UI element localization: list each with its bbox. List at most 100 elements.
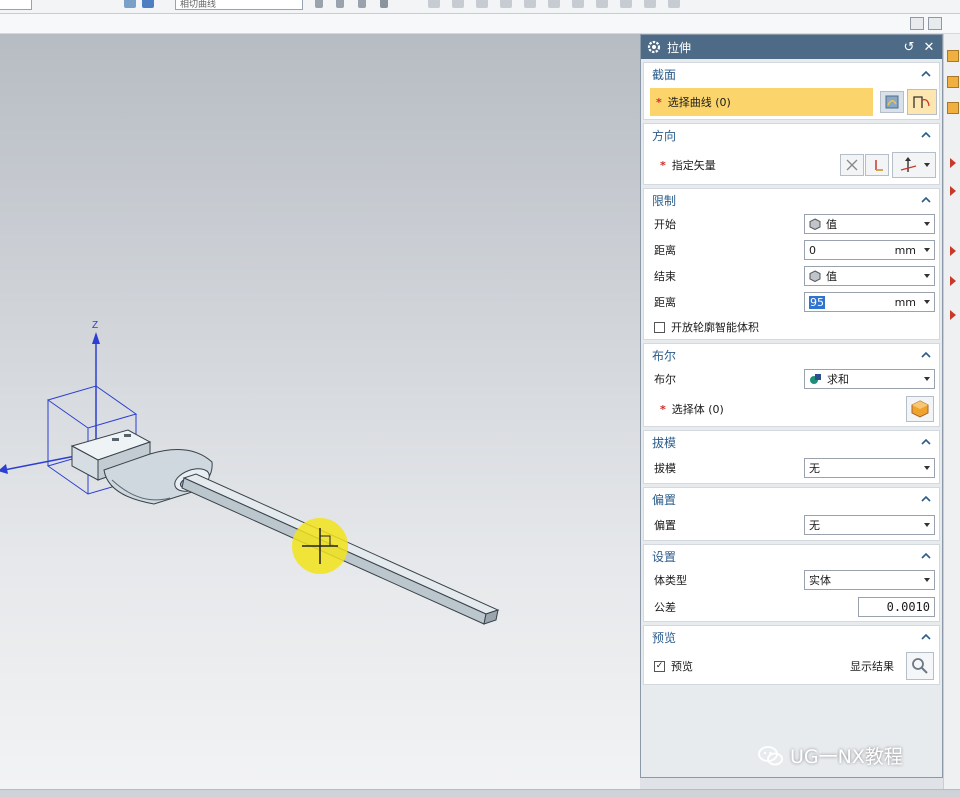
start-option-select[interactable]: 值 (804, 214, 935, 234)
collapse-icon[interactable] (921, 130, 931, 140)
section-limits-title: 限制 (652, 193, 677, 208)
section-limits-header[interactable]: 限制 (644, 189, 939, 211)
cube-view-icon[interactable] (142, 0, 154, 8)
offset-option-select[interactable]: 无 (804, 515, 935, 535)
open-profile-label: 开放轮廓智能体积 (671, 321, 759, 334)
start-distance-input[interactable]: 0 mm (804, 240, 935, 260)
collapse-icon[interactable] (921, 551, 931, 561)
gear-icon[interactable] (647, 40, 661, 54)
point-icon[interactable] (572, 0, 584, 8)
curve-rule-button[interactable] (880, 91, 904, 113)
point-icon[interactable] (524, 0, 536, 8)
section-boolean: 布尔 布尔 求和 * 选择体 (0) (643, 343, 940, 427)
chevron-down-icon (924, 163, 930, 167)
section-boolean-header[interactable]: 布尔 (644, 344, 939, 366)
section-settings-header[interactable]: 设置 (644, 545, 939, 567)
collapse-icon[interactable] (921, 437, 931, 447)
chevron-down-icon (924, 523, 930, 527)
reverse-direction-button[interactable] (840, 154, 864, 176)
snap-icon[interactable] (358, 0, 366, 8)
preview-checkbox[interactable]: ✓ (654, 660, 665, 672)
point-icon[interactable] (500, 0, 512, 8)
point-icon[interactable] (668, 0, 680, 8)
boolean-option-value: 求和 (827, 373, 849, 386)
section-preview-header[interactable]: 预览 (644, 626, 939, 648)
restore-icon[interactable] (910, 17, 924, 30)
view-icon[interactable] (124, 0, 136, 8)
draft-option-select[interactable]: 无 (804, 458, 935, 478)
section-draft-header[interactable]: 拔模 (644, 431, 939, 453)
chevron-down-icon[interactable] (924, 300, 930, 304)
point-icon[interactable] (596, 0, 608, 8)
end-option-value: 值 (826, 270, 837, 283)
chevron-down-icon[interactable] (924, 248, 930, 252)
curve-icon (885, 95, 899, 109)
select-body-button[interactable] (906, 396, 934, 422)
flag-icon[interactable] (950, 310, 956, 320)
end-distance-value: 95 (809, 295, 825, 309)
section-offset: 偏置 偏置 无 (643, 487, 940, 541)
point-icon[interactable] (548, 0, 560, 8)
section-profile-title: 截面 (652, 67, 677, 82)
open-profile-checkbox[interactable] (654, 321, 665, 333)
magnifier-icon (912, 658, 928, 674)
cursor-highlight (292, 518, 348, 574)
collapse-icon[interactable] (921, 69, 931, 79)
wechat-icon (758, 745, 783, 765)
point-icon[interactable] (620, 0, 632, 8)
snap-icon[interactable] (380, 0, 388, 8)
start-option-value: 值 (826, 218, 837, 231)
flag-icon[interactable] (950, 246, 956, 256)
ribbon-bar (0, 14, 960, 34)
body-type-select[interactable]: 实体 (804, 570, 935, 590)
vector-direction-icon (900, 157, 917, 172)
point-icon[interactable] (428, 0, 440, 8)
close-icon[interactable]: ✕ (922, 40, 936, 55)
flag-icon[interactable] (950, 186, 956, 196)
offset-label: 偏置 (654, 519, 676, 532)
tolerance-input[interactable]: 0.0010 (858, 597, 935, 617)
section-offset-header[interactable]: 偏置 (644, 488, 939, 510)
end-option-select[interactable]: 值 (804, 266, 935, 286)
show-result-button[interactable] (906, 652, 934, 680)
graphics-viewport[interactable]: Z (0, 34, 640, 789)
section-profile-header[interactable]: 截面 (644, 63, 939, 85)
collapse-icon[interactable] (921, 632, 931, 642)
body-type-row: 体类型 实体 (644, 567, 939, 593)
toolbar-dropdown[interactable] (0, 0, 32, 10)
section-preview: 预览 ✓ 预览 显示结果 (643, 625, 940, 685)
section-draft: 拔模 拔模 无 (643, 430, 940, 484)
part-cube-icon[interactable] (947, 76, 959, 88)
flag-icon[interactable] (950, 276, 956, 286)
preview-row: ✓ 预览 显示结果 (644, 648, 939, 684)
required-star: * (660, 402, 666, 416)
reverse-icon (846, 159, 858, 171)
point-icon[interactable] (644, 0, 656, 8)
end-distance-label: 距离 (654, 296, 676, 309)
flag-icon[interactable] (950, 158, 956, 168)
vector-type-dropdown[interactable] (892, 152, 936, 178)
collapse-icon[interactable] (921, 350, 931, 360)
section-direction-header[interactable]: 方向 (644, 124, 939, 146)
curve-rule-select[interactable]: 相切曲线 (175, 0, 303, 10)
point-icon[interactable] (476, 0, 488, 8)
sketch-section-button[interactable] (907, 89, 937, 115)
maximize-icon[interactable] (928, 17, 942, 30)
snap-icon[interactable] (315, 0, 323, 8)
part-cube-icon[interactable] (947, 50, 959, 62)
select-curve-field[interactable]: * 选择曲线 (0) (650, 88, 873, 116)
body-type-label: 体类型 (654, 574, 687, 587)
part-cube-icon[interactable] (947, 102, 959, 114)
end-distance-input[interactable]: 95 mm (804, 292, 935, 312)
watermark: UG一NX教程 (758, 742, 903, 769)
collapse-icon[interactable] (921, 494, 931, 504)
collapse-icon[interactable] (921, 195, 931, 205)
point-icon[interactable] (452, 0, 464, 8)
vector-dialog-button[interactable] (865, 154, 889, 176)
reset-icon[interactable]: ↺ (902, 40, 916, 55)
top-toolbar: 相切曲线 (0, 0, 960, 14)
boolean-option-select[interactable]: 求和 (804, 369, 935, 389)
snap-icon[interactable] (336, 0, 344, 8)
chevron-down-icon (924, 466, 930, 470)
section-profile: 截面 * 选择曲线 (0) (643, 62, 940, 120)
